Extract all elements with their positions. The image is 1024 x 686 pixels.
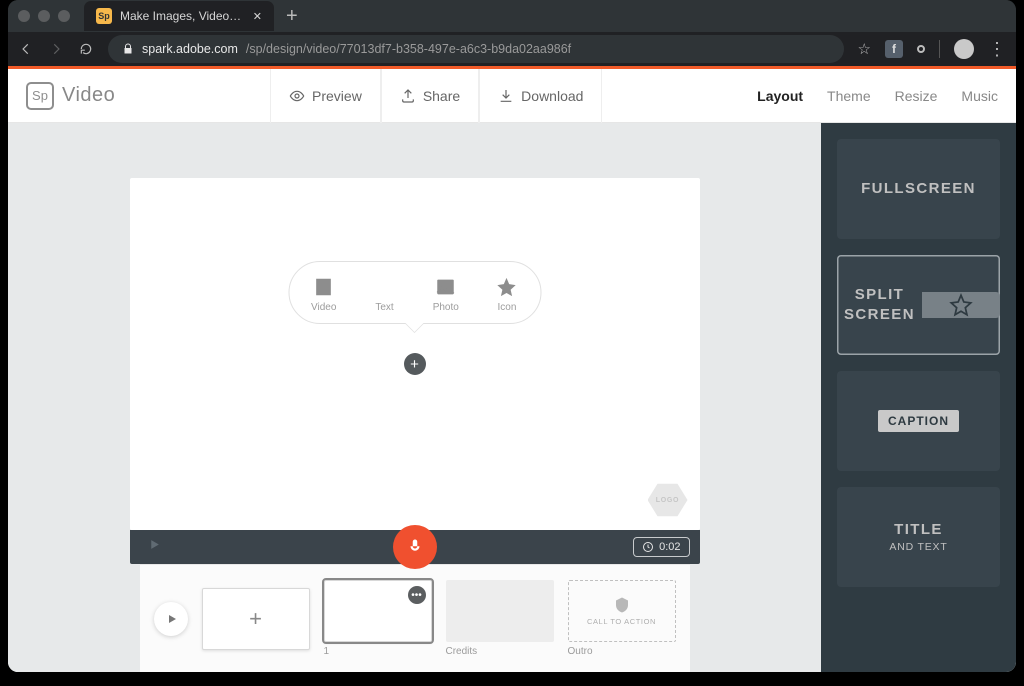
- slide-options-button[interactable]: •••: [408, 586, 426, 604]
- browser-window: Sp Make Images, Videos and Web ✕ + spark…: [8, 0, 1016, 672]
- filmstrip: + ••• 1 Credits: [140, 564, 690, 672]
- zoom-window-icon[interactable]: [58, 10, 70, 22]
- insert-icon-label: Icon: [498, 302, 517, 313]
- slide-1-thumb[interactable]: •••: [324, 580, 432, 642]
- address-bar[interactable]: spark.adobe.com/sp/design/video/77013df7…: [108, 35, 844, 63]
- preview-button[interactable]: Preview: [270, 69, 381, 123]
- layout-caption-label: CAPTION: [878, 410, 959, 432]
- url-path: /sp/design/video/77013df7-b358-497e-a6c3…: [246, 42, 571, 56]
- insert-photo[interactable]: Photo: [433, 276, 459, 313]
- eye-icon: [289, 88, 305, 104]
- add-slide-button[interactable]: +: [202, 588, 310, 650]
- star-outline-icon: [948, 292, 974, 318]
- clip-duration-value: 0:02: [659, 541, 680, 553]
- splitscreen-preview: [922, 292, 1000, 318]
- text-icon: [374, 276, 396, 298]
- clock-icon: [642, 541, 654, 553]
- tab-resize[interactable]: Resize: [895, 88, 938, 104]
- tab-layout[interactable]: Layout: [757, 88, 803, 104]
- logo-placeholder-label: LOGO: [656, 497, 679, 504]
- download-icon: [498, 88, 514, 104]
- layout-sidebar: FULLSCREEN SPLIT SCREEN CAPTION: [821, 123, 1016, 672]
- insert-text[interactable]: Text: [374, 276, 396, 313]
- layout-fullscreen-label: FULLSCREEN: [861, 179, 976, 199]
- new-tab-button[interactable]: +: [286, 6, 298, 26]
- browser-tab[interactable]: Sp Make Images, Videos and Web ✕: [84, 1, 274, 31]
- layout-splitscreen[interactable]: SPLIT SCREEN: [837, 255, 1000, 355]
- add-element-button[interactable]: +: [404, 353, 426, 375]
- forward-button[interactable]: [48, 42, 64, 56]
- reload-button[interactable]: [78, 42, 94, 56]
- insert-video[interactable]: Video: [311, 276, 336, 313]
- share-icon: [400, 88, 416, 104]
- logo-badge: Sp: [26, 82, 54, 110]
- timeline-play-button[interactable]: [148, 538, 161, 556]
- slide-number: 1: [324, 646, 432, 657]
- download-button[interactable]: Download: [479, 69, 602, 123]
- layout-title-and-text[interactable]: TITLE AND TEXT: [837, 487, 1000, 587]
- insert-popover: Video Text Photo: [288, 261, 541, 324]
- share-button[interactable]: Share: [381, 69, 479, 123]
- timeline-bar: 0:02: [130, 530, 700, 564]
- back-button[interactable]: [18, 42, 34, 56]
- tab-theme[interactable]: Theme: [827, 88, 871, 104]
- image-icon: [435, 276, 457, 298]
- insert-photo-label: Photo: [433, 302, 459, 313]
- outro-cta-thumb[interactable]: CALL TO ACTION: [568, 580, 676, 642]
- app-page: Sp Video Preview Share Download Layout: [8, 66, 1016, 672]
- layout-title-and-text-label: TITLE AND TEXT: [889, 520, 947, 554]
- separator: [939, 40, 940, 58]
- chrome-menu-icon[interactable]: ⋮: [988, 39, 1006, 60]
- layout-caption[interactable]: CAPTION: [837, 371, 1000, 471]
- url-host: spark.adobe.com: [142, 42, 238, 56]
- workspace: Video Text Photo: [8, 123, 1016, 672]
- header-tabs: Layout Theme Resize Music: [757, 88, 998, 104]
- url-bar: spark.adobe.com/sp/design/video/77013df7…: [8, 32, 1016, 66]
- play-icon: [166, 613, 178, 625]
- close-tab-icon[interactable]: ✕: [253, 10, 262, 23]
- insert-icon[interactable]: Icon: [496, 276, 518, 313]
- outro-label: Outro: [568, 646, 676, 657]
- clip-duration[interactable]: 0:02: [633, 537, 689, 557]
- insert-text-label: Text: [375, 302, 393, 313]
- close-window-icon[interactable]: [18, 10, 30, 22]
- minimize-window-icon[interactable]: [38, 10, 50, 22]
- credits-label: Credits: [446, 646, 554, 657]
- window-controls[interactable]: [18, 10, 70, 22]
- preview-label: Preview: [312, 88, 362, 104]
- credits-thumb[interactable]: [446, 580, 554, 642]
- plus-icon: +: [410, 356, 419, 373]
- badge-icon: [613, 596, 631, 614]
- tab-music[interactable]: Music: [961, 88, 998, 104]
- star-icon: [496, 276, 518, 298]
- play-all-button[interactable]: [154, 602, 188, 636]
- bookmark-star-icon[interactable]: ☆: [858, 40, 871, 58]
- header-actions: Preview Share Download: [270, 69, 602, 123]
- canvas-wrap: Video Text Photo: [8, 123, 821, 530]
- profile-avatar[interactable]: [954, 39, 974, 59]
- record-voiceover-button[interactable]: [393, 525, 437, 569]
- app-name: Video: [62, 84, 115, 107]
- plus-icon: +: [249, 606, 262, 632]
- layout-splitscreen-label: SPLIT SCREEN: [844, 285, 915, 326]
- tab-strip: Sp Make Images, Videos and Web ✕ +: [8, 0, 1016, 32]
- logo-placeholder[interactable]: LOGO: [648, 482, 688, 518]
- microphone-icon: [406, 538, 424, 556]
- editor: Video Text Photo: [8, 123, 821, 672]
- logo: Sp Video: [26, 82, 115, 110]
- extension-facebook-icon[interactable]: f: [885, 40, 903, 58]
- insert-video-label: Video: [311, 302, 336, 313]
- cta-label: CALL TO ACTION: [587, 617, 656, 626]
- secure-lock-icon: [122, 43, 134, 55]
- extension-icon[interactable]: [917, 45, 925, 53]
- download-label: Download: [521, 88, 583, 104]
- filmstrip-icon: [313, 276, 335, 298]
- tab-favicon: Sp: [96, 8, 112, 24]
- share-label: Share: [423, 88, 460, 104]
- tab-title: Make Images, Videos and Web: [120, 9, 245, 23]
- layout-fullscreen[interactable]: FULLSCREEN: [837, 139, 1000, 239]
- canvas[interactable]: Video Text Photo: [130, 178, 700, 530]
- app-header: Sp Video Preview Share Download Layout: [8, 69, 1016, 123]
